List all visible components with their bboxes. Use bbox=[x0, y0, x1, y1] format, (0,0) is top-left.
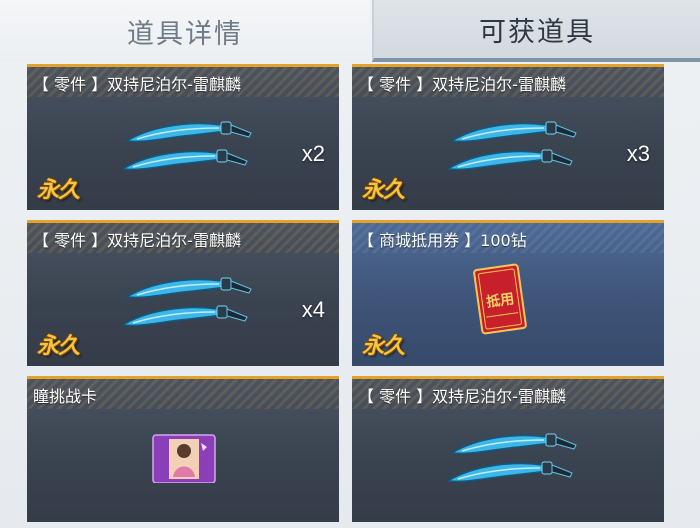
voucher-icon: 抵用 bbox=[473, 263, 527, 335]
item-card[interactable]: 【 零件 】双持尼泊尔-雷麒麟 x3 永久 bbox=[352, 64, 664, 210]
dual-blade-icon bbox=[123, 121, 252, 171]
item-card[interactable]: 瞳挑战卡 bbox=[27, 376, 339, 522]
tab-bar: 道具详情 可获道具 bbox=[0, 0, 700, 62]
item-card[interactable]: 【 零件 】双持尼泊尔-雷麒麟 x2 永久 bbox=[27, 64, 339, 210]
item-grid: 【 零件 】双持尼泊尔-雷麒麟 x2 永久 【 零件 】双持尼泊尔-雷麒麟 x3… bbox=[0, 62, 700, 528]
item-title: 【 零件 】双持尼泊尔-雷麒麟 bbox=[358, 387, 566, 406]
tab-item-details[interactable]: 道具详情 bbox=[0, 0, 370, 62]
item-quantity: x3 bbox=[626, 141, 650, 166]
tab-obtainable-items[interactable]: 可获道具 bbox=[372, 0, 700, 62]
item-title: 瞳挑战卡 bbox=[33, 387, 98, 406]
item-card[interactable]: 【 零件 】双持尼泊尔-雷麒麟 bbox=[352, 376, 664, 522]
dual-blade-icon bbox=[123, 277, 252, 327]
item-title: 【 商城抵用券 】100钻 bbox=[358, 231, 527, 250]
item-quantity: x4 bbox=[301, 297, 325, 322]
item-card[interactable]: 【 商城抵用券 】100钻 抵用 永久 bbox=[352, 220, 664, 366]
permanent-badge: 永久 bbox=[362, 333, 405, 359]
challenge-card-icon bbox=[152, 434, 216, 483]
item-title: 【 零件 】双持尼泊尔-雷麒麟 bbox=[33, 231, 241, 250]
item-title: 【 零件 】双持尼泊尔-雷麒麟 bbox=[358, 75, 566, 94]
item-card[interactable]: 【 零件 】双持尼泊尔-雷麒麟 x4 永久 bbox=[27, 220, 339, 366]
item-title: 【 零件 】双持尼泊尔-雷麒麟 bbox=[33, 75, 241, 94]
permanent-badge: 永久 bbox=[37, 333, 80, 359]
item-quantity: x2 bbox=[301, 141, 325, 166]
dual-blade-icon bbox=[448, 121, 577, 171]
permanent-badge: 永久 bbox=[362, 177, 405, 203]
permanent-badge: 永久 bbox=[37, 177, 80, 203]
dual-blade-icon bbox=[448, 433, 577, 483]
